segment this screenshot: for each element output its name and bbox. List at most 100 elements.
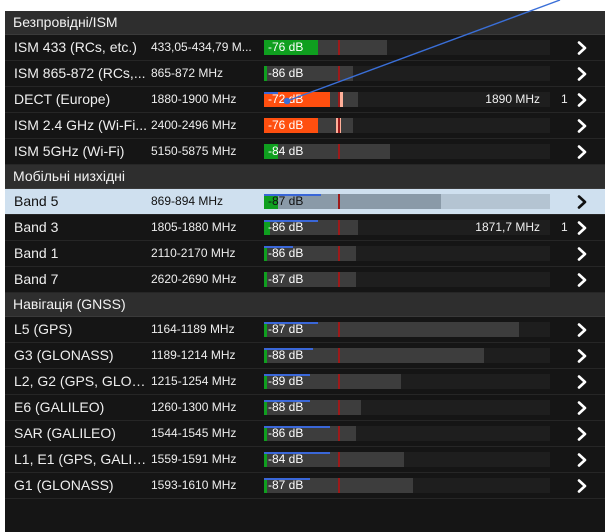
chevron-right-icon[interactable] (575, 221, 589, 235)
band-name: E6 (GALILEO) (14, 399, 105, 415)
band-name: Band 5 (14, 193, 59, 209)
signal-db-value: -84 dB (268, 144, 304, 158)
band-row[interactable]: G3 (GLONASS) 1189-1214 MHz -88 dB (5, 343, 605, 369)
event-count: 1 (561, 92, 568, 106)
band-row[interactable]: Band 3 1805-1880 MHz -86 dB 1871,7 MHz 1 (5, 215, 605, 241)
band-frequency-range: 1189-1214 MHz (151, 348, 236, 362)
band-name: L1, E1 (GPS, GALILE... (14, 451, 147, 467)
band-frequency-range: 865-872 MHz (151, 66, 224, 80)
signal-level-bar: -86 dB 1871,7 MHz (264, 220, 550, 235)
signal-level-bar: -89 dB (264, 374, 550, 389)
band-row[interactable]: G1 (GLONASS) 1593-1610 MHz -87 dB (5, 473, 605, 499)
chevron-right-icon[interactable] (575, 273, 589, 287)
signal-db-value: -86 dB (268, 66, 304, 80)
chevron-right-icon[interactable] (575, 67, 589, 81)
threshold-marker (338, 348, 340, 363)
signal-db-value: -86 dB (268, 246, 304, 260)
band-row[interactable]: Band 7 2620-2690 MHz -87 dB (5, 267, 605, 293)
band-row[interactable]: ISM 433 (RCs, etc.) 433,05-434,79 M... -76… (5, 35, 605, 61)
band-row[interactable]: Band 5 869-894 MHz -87 dB (5, 189, 605, 215)
chevron-right-icon[interactable] (575, 247, 589, 261)
signal-level-bar: -86 dB (264, 246, 550, 261)
signal-db-value: -72 dB (268, 92, 304, 106)
signal-level-bar: -87 dB (264, 194, 550, 209)
band-row[interactable]: DECT (Europe) 1880-1900 MHz -72 dB 1890 MHz… (5, 87, 605, 113)
chevron-right-icon[interactable] (575, 119, 589, 133)
signal-level-bar: -72 dB 1890 MHz (264, 92, 550, 107)
signal-level-bar: -87 dB (264, 322, 550, 337)
threshold-marker (338, 40, 340, 55)
signal-db-value: -87 dB (268, 194, 304, 208)
level-fill (264, 66, 267, 81)
level-fill (264, 348, 267, 363)
chevron-right-icon[interactable] (575, 375, 589, 389)
band-frequency-range: 1593-1610 MHz (151, 478, 237, 492)
chevron-right-icon[interactable] (575, 195, 589, 209)
band-name: ISM 2.4 GHz (Wi-Fi... (14, 117, 147, 133)
threshold-marker (338, 272, 340, 287)
signal-level-bar: -86 dB (264, 426, 550, 441)
band-list-panel: Безпровідні/ISM ISM 433 (RCs, etc.) 433,05… (5, 11, 605, 532)
signal-level-bar: -87 dB (264, 478, 550, 493)
band-row[interactable]: SAR (GALILEO) 1544-1545 MHz -86 dB (5, 421, 605, 447)
band-name: G3 (GLONASS) (14, 347, 114, 363)
threshold-marker (338, 66, 340, 81)
band-row[interactable]: E6 (GALILEO) 1260-1300 MHz -88 dB (5, 395, 605, 421)
band-frequency-range: 1544-1545 MHz (151, 426, 237, 440)
chevron-right-icon[interactable] (575, 323, 589, 337)
band-frequency-range: 433,05-434,79 M... (151, 40, 252, 54)
chevron-right-icon[interactable] (575, 453, 589, 467)
signal-level-bar: -87 dB (264, 272, 550, 287)
threshold-marker (338, 400, 340, 415)
signal-level-bar: -76 dB (264, 118, 550, 133)
band-row[interactable]: L2, G2 (GPS, GLON... 1215-1254 MHz -89 dB (5, 369, 605, 395)
section-header: Навігація (GNSS) (5, 293, 605, 317)
section-header: Безпровідні/ISM (5, 11, 605, 35)
peak-frequency: 1890 MHz (485, 92, 540, 106)
chevron-right-icon[interactable] (575, 479, 589, 493)
signal-db-value: -88 dB (268, 348, 304, 362)
peak-frequency: 1871,7 MHz (475, 220, 540, 234)
signal-db-value: -87 dB (268, 478, 304, 492)
band-row[interactable]: ISM 865-872 (RCs,... 865-872 MHz -86 dB (5, 61, 605, 87)
threshold-marker (338, 194, 340, 209)
band-name: L2, G2 (GPS, GLON... (14, 373, 147, 389)
chevron-right-icon[interactable] (575, 93, 589, 107)
band-frequency-range: 1215-1254 MHz (151, 374, 237, 388)
band-name: L5 (GPS) (14, 321, 73, 337)
threshold-marker (338, 118, 340, 133)
threshold-marker (338, 322, 340, 337)
chevron-right-icon[interactable] (575, 349, 589, 363)
signal-db-value: -86 dB (268, 220, 304, 234)
band-frequency-range: 1880-1900 MHz (151, 92, 237, 106)
chevron-right-icon[interactable] (575, 41, 589, 55)
signal-level-bar: -88 dB (264, 348, 550, 363)
band-row[interactable]: ISM 2.4 GHz (Wi-Fi... 2400-2496 MHz -76 dB (5, 113, 605, 139)
chevron-right-icon[interactable] (575, 145, 589, 159)
band-name: DECT (Europe) (14, 91, 111, 107)
threshold-marker (338, 220, 340, 235)
band-row[interactable]: ISM 5GHz (Wi-Fi) 5150-5875 MHz -84 dB (5, 139, 605, 165)
band-row[interactable]: L5 (GPS) 1164-1189 MHz -87 dB (5, 317, 605, 343)
band-frequency-range: 2620-2690 MHz (151, 272, 237, 286)
band-name: ISM 865-872 (RCs,... (14, 65, 146, 81)
level-fill (264, 322, 267, 337)
band-name: ISM 433 (RCs, etc.) (14, 39, 137, 55)
level-fill (264, 272, 267, 287)
band-frequency-range: 2400-2496 MHz (151, 118, 237, 132)
level-fill (264, 374, 267, 389)
section-header: Мобільні низхідні (5, 165, 605, 189)
signal-db-value: -87 dB (268, 322, 304, 336)
threshold-marker (338, 452, 340, 467)
band-frequency-range: 1805-1880 MHz (151, 220, 237, 234)
signal-level-bar: -76 dB (264, 40, 550, 55)
chevron-right-icon[interactable] (575, 401, 589, 415)
band-row[interactable]: Band 1 2110-2170 MHz -86 dB (5, 241, 605, 267)
band-name: Band 1 (14, 245, 59, 261)
signal-db-value: -84 dB (268, 452, 304, 466)
band-row[interactable]: L1, E1 (GPS, GALILE... 1559-1591 MHz -84 d… (5, 447, 605, 473)
band-name: SAR (GALILEO) (14, 425, 116, 441)
chevron-right-icon[interactable] (575, 427, 589, 441)
signal-level-bar: -84 dB (264, 144, 550, 159)
level-fill (264, 400, 267, 415)
